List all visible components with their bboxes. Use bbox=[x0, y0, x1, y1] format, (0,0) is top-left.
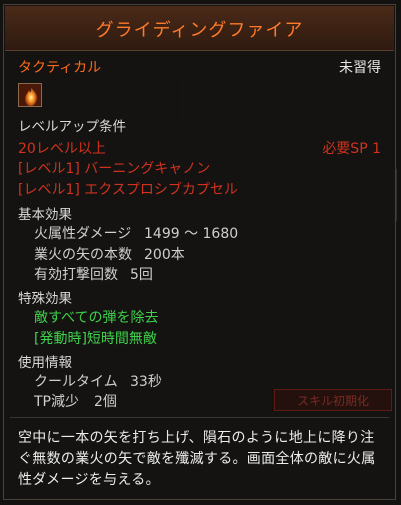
sp-requirement: 必要SP 1 bbox=[322, 141, 381, 157]
usage-heading: 使用情報 bbox=[18, 355, 72, 371]
usage-label: TP減少 bbox=[34, 394, 79, 410]
tooltip-title-bar: グライディングファイア bbox=[5, 6, 394, 51]
usage-value: 33秒 bbox=[130, 374, 162, 390]
stat-label: 有効打撃回数 bbox=[34, 267, 118, 283]
special-effect: [発動時]短時間無敵 bbox=[34, 331, 157, 347]
stat-value: 200本 bbox=[144, 247, 185, 263]
stat-label: 火属性ダメージ bbox=[34, 226, 132, 242]
fire-burst-icon bbox=[18, 83, 42, 107]
skill-category: タクティカル bbox=[18, 60, 102, 76]
usage-label: クールタイム bbox=[34, 374, 118, 390]
prereq-skill: [レベル1] エクスプロシブカプセル bbox=[18, 182, 238, 198]
stat-value: 5回 bbox=[130, 267, 153, 283]
stat-value: 1499 ～ 1680 bbox=[144, 226, 239, 242]
description-divider bbox=[10, 417, 389, 418]
skill-tooltip: グライディングファイア タクティカル 未習得 レベルアップ条件 20レベル以上 … bbox=[3, 4, 396, 500]
usage-value: 2個 bbox=[94, 394, 117, 410]
stat-label: 業火の矢の本数 bbox=[34, 247, 132, 263]
skill-status: 未習得 bbox=[339, 60, 381, 76]
level-up-heading: レベルアップ条件 bbox=[18, 119, 126, 135]
prereq-skill: [レベル1] バーニングキャノン bbox=[18, 161, 211, 177]
skill-description: 空中に一本の矢を打ち上げ、隕石のように地上に降り注ぐ無数の業火の矢で敵を殲滅する… bbox=[18, 430, 376, 488]
special-effect-heading: 特殊効果 bbox=[18, 291, 72, 307]
skill-title: グライディングファイア bbox=[95, 20, 304, 41]
skill-reset-button[interactable]: スキル初期化 bbox=[274, 389, 392, 411]
basic-effect-heading: 基本効果 bbox=[18, 207, 72, 223]
level-requirement: 20レベル以上 bbox=[18, 141, 106, 157]
special-effect: 敵すべての弾を除去 bbox=[34, 310, 159, 326]
